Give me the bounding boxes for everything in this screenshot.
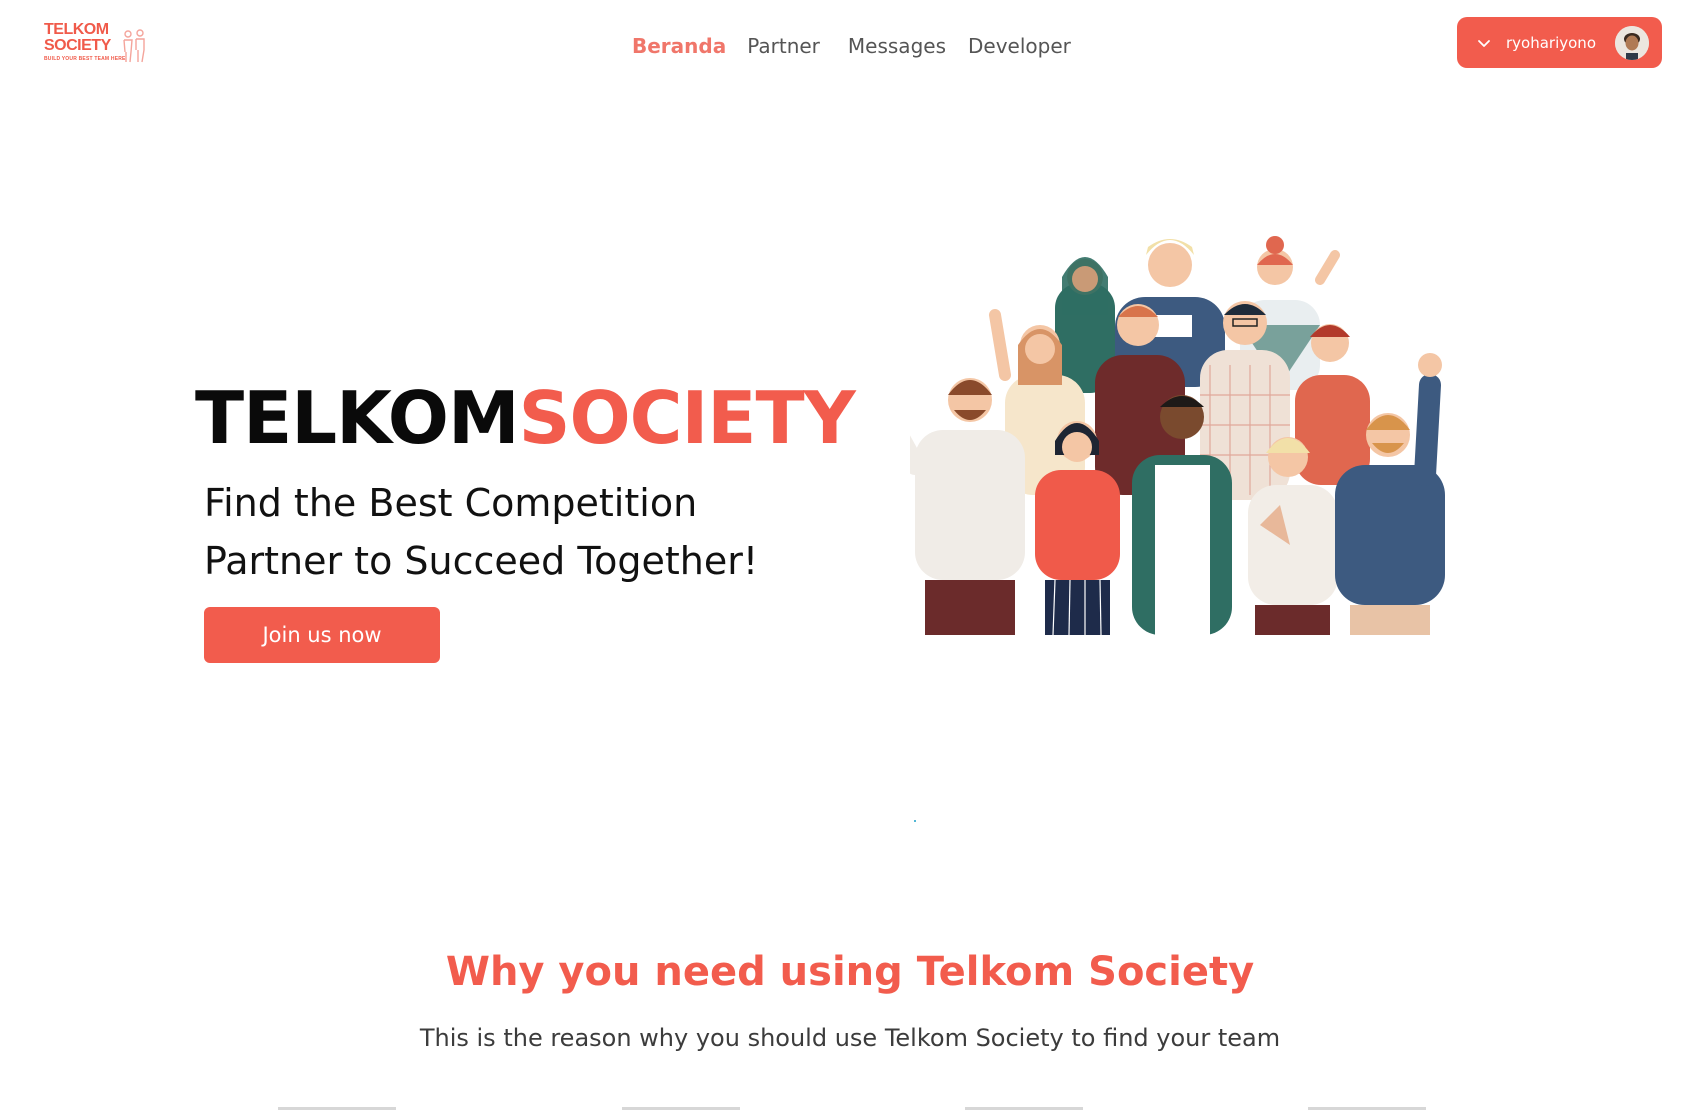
nav-beranda[interactable]: Beranda — [632, 34, 726, 58]
avatar — [1615, 26, 1649, 60]
main-nav: Beranda Partner Messages Developer — [632, 34, 1093, 58]
nav-partner[interactable]: Partner — [747, 34, 820, 58]
brand-part-telkom: TELKOM — [195, 376, 520, 460]
group-of-people-illustration — [910, 236, 1445, 635]
hero-tagline: Find the Best Competition Partner to Suc… — [204, 474, 824, 590]
people-icon — [123, 29, 145, 63]
carousel-dot[interactable] — [914, 820, 916, 822]
username-label: ryohariyono — [1506, 33, 1596, 52]
nav-messages[interactable]: Messages — [848, 34, 946, 58]
tagline-line-2: Partner to Succeed Together! — [204, 539, 759, 583]
tagline-line-1: Find the Best Competition — [204, 481, 698, 525]
nav-developer[interactable]: Developer — [968, 34, 1071, 58]
user-menu-button[interactable]: ryohariyono — [1457, 17, 1662, 68]
top-navbar: TELKOM SOCIETY BUILD YOUR BEST TEAM HERE… — [0, 0, 1690, 95]
join-us-button[interactable]: Join us now — [204, 607, 440, 663]
brand-part-society: SOCIETY — [518, 376, 856, 460]
telkom-society-logo[interactable]: TELKOM SOCIETY BUILD YOUR BEST TEAM HERE — [44, 22, 154, 70]
why-section-title: Why you need using Telkom Society — [445, 949, 1255, 995]
chevron-down-icon — [1478, 39, 1490, 47]
why-section-subtitle: This is the reason why you should use Te… — [419, 1024, 1281, 1052]
hero-brand-title: TELKOMSOCIETY — [195, 376, 856, 460]
